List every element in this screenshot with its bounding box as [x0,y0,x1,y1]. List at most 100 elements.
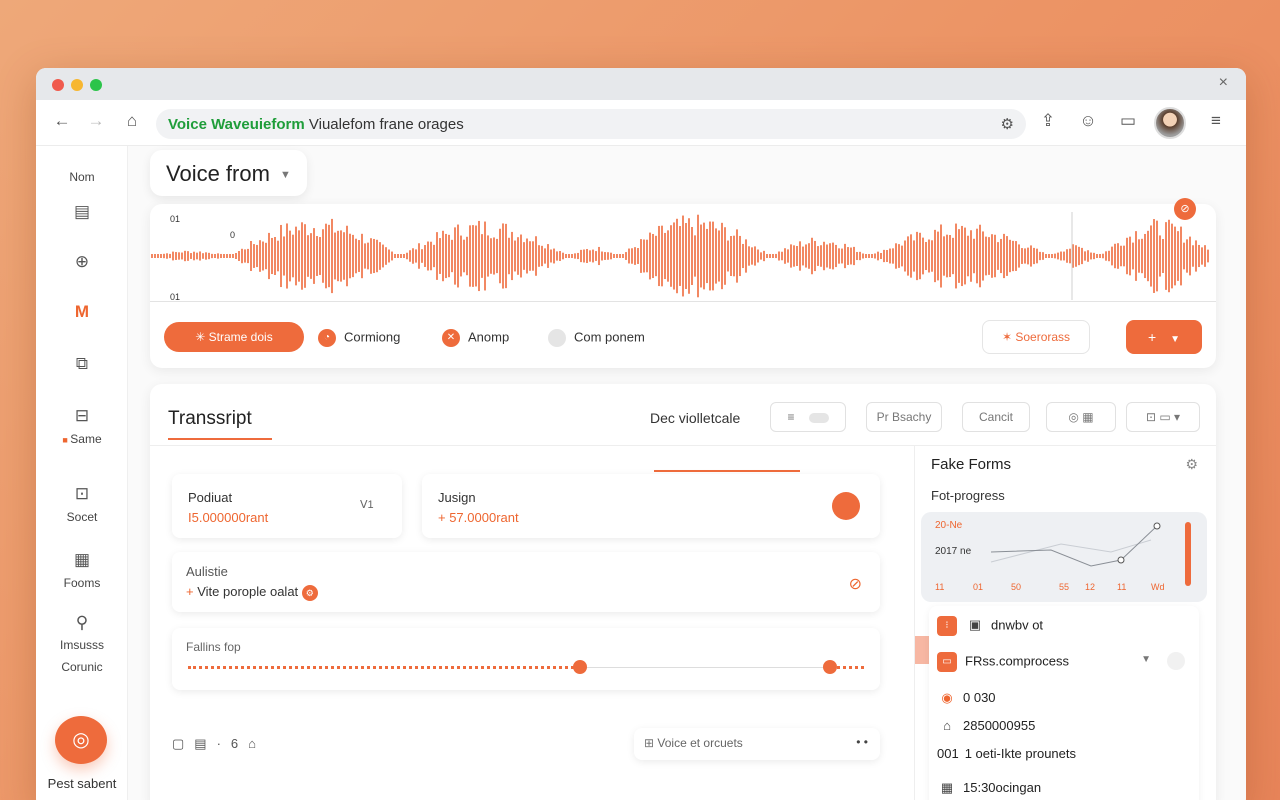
transcript-header: Transsript Dec violletcale ≡ Pr Bsachy C… [150,384,1216,446]
lock-icon: ⊕ [74,252,90,271]
page-title-dropdown[interactable]: Voice from ▼ [150,150,307,196]
sidebar-item-documents[interactable]: ▤ [36,202,128,228]
main-content: Voice from ▼ 01 0 01 ⊘ ✳ Strame dois ◔ Cor… [128,146,1246,800]
slider-remaining [580,667,831,668]
option-anomp[interactable]: ✕ Anomp [442,329,509,347]
count-icon[interactable]: ·6 [217,736,249,751]
waveform-area[interactable]: 01 0 01 [150,204,1216,302]
toggle-switch[interactable] [808,412,829,423]
process-button-label: Soerorass [1015,330,1071,344]
more-icon[interactable]: • • [856,735,868,749]
control-row: ✳ Strame dois ◔ Cormiong ✕ Anomp Com ponem… [164,320,1202,354]
option-cormiong[interactable]: ◔ Cormiong [318,329,400,347]
sidebar-item-same[interactable]: ⊟ ■ Same [36,406,128,446]
process-button[interactable]: ✶ Soerorass [982,320,1090,354]
layout-icon: ⊡ ▭ ▾ [1145,410,1181,424]
menu-icon[interactable]: ≡ [1204,111,1228,131]
list-item-dropdown[interactable]: ▭ FRss.comprocess ▼ [937,652,1191,672]
record-fab-button[interactable]: ◎ [55,716,107,764]
option-label: Com ponem [574,329,645,345]
sidebar-item-mail[interactable]: M [36,302,128,328]
list-item-text: FRss.comprocess [965,653,1070,669]
stream-button[interactable]: ✳ Strame dois [164,322,304,352]
target-icon: ◉ [941,690,953,705]
avatar[interactable] [1154,107,1186,139]
edit-icon[interactable]: ⊘ [849,574,862,594]
cancel-button[interactable]: Cancit [962,402,1030,432]
list-item[interactable]: ⁝ ▣ dnwbv ot [937,616,1043,636]
sidebar-item-copy[interactable]: ⧉ [36,354,128,380]
list-item-text: 2850000955 [963,718,1036,733]
sidebar-item-lock[interactable]: ⊕ [36,252,128,278]
layout-dropdown[interactable]: ⊡ ▭ ▾ [1126,402,1200,432]
slider-card: Fallins fop [172,628,880,690]
option-com-ponem[interactable]: Com ponem [548,329,645,347]
dropdown-icon: ▭ [937,652,957,672]
availability-card[interactable]: Aulistie + Vite porople oalat ⚙ ⊘ [172,552,880,612]
close-window-button[interactable] [52,79,64,91]
slider-label: Fallins fop [186,640,241,654]
folder-icon[interactable]: ▭ [1116,111,1140,131]
status-indicator[interactable] [832,492,860,520]
list-item-text: 1 oeti-Ikte prounets [964,746,1076,761]
list-item[interactable]: ▦ 15:30ocingan [937,780,1041,796]
voice-search-chip[interactable]: ⊞ Voice et orcuets • • [634,728,880,760]
chart-tick: 11 [935,582,945,592]
copy-icon: ⧉ [75,354,89,373]
grid-icon: ⊞ [644,736,658,750]
checklist-icon: ⁝ [937,616,957,636]
extension-icon[interactable]: ⚙ [1001,115,1014,133]
filter-toggle[interactable]: ≡ [770,402,846,432]
close-icon[interactable]: × [1219,74,1228,92]
option-icon [548,329,566,347]
address-bar[interactable]: Voice Waveuieform Viualefom frane orages… [156,109,1026,139]
back-icon[interactable]: ← [50,111,74,131]
product-card[interactable]: Podiuat I5.000000rant ᐯ1 [172,474,402,538]
sidebar-item-socet[interactable]: ⊡ Socet [36,484,128,524]
product-badge: ᐯ1 [360,499,374,511]
maximize-window-button[interactable] [90,79,102,91]
share-icon[interactable]: ⇪ [1036,111,1060,131]
calendar-icon: ▦ [940,780,954,795]
home-icon[interactable]: ⌂ [120,111,144,131]
chevron-down-icon: ▼ [1170,334,1181,345]
clip-icon[interactable]: ⌂ [248,736,266,751]
panel-title: Fake Forms [931,456,1012,473]
slider-track[interactable] [188,660,864,674]
calendar-icon[interactable]: ▤ [194,736,216,751]
availability-text: Vite porople oalat [197,584,299,599]
record-badge-icon[interactable]: ⊘ [1174,198,1196,220]
minimize-window-button[interactable] [71,79,83,91]
forward-icon[interactable]: → [84,111,108,131]
chevron-down-icon: ▼ [279,169,291,182]
option-label: Cormiong [344,329,401,345]
sidebar-item-imsusss[interactable]: ⚲ Imsusss Corunic [36,612,128,678]
product-label: Podiuat [188,490,233,505]
list-item[interactable]: ◉ 0 030 [937,690,995,706]
slider-end-knob[interactable] [823,660,838,674]
sidebar-item-label: Fooms [63,576,101,590]
mini-chart-bar [1185,522,1191,586]
slider-knob[interactable] [573,660,588,674]
sync-icon[interactable]: ☺ [1076,111,1100,131]
product-value: I5.000000rant [188,510,269,525]
gear-icon[interactable]: ⚙ [1185,456,1198,473]
form-icon: ▦ [73,550,91,569]
transcript-selector[interactable]: Dec violletcale [650,410,740,426]
add-dropdown-button[interactable]: + ▼ [1126,320,1202,354]
transcript-card: Transsript Dec violletcale ≡ Pr Bsachy C… [150,384,1216,800]
sidebar-item-fooms[interactable]: ▦ Fooms [36,550,128,590]
panel-drag-handle[interactable] [915,636,929,664]
info-icon: ⚙ [301,585,318,601]
design-card[interactable]: Jusign + 57.0000rant [422,474,880,538]
option-icon: ✕ [442,329,460,347]
waveform-icon: ◎ [72,729,90,751]
view-toggle[interactable]: ◎ ▦ [1046,402,1116,432]
list-item[interactable]: 001 1 oeti-Ikte prounets [937,746,1076,761]
filter-icon: ≡ [787,410,795,424]
image-icon[interactable]: ▢ [172,736,194,751]
transcript-tab[interactable]: Transsript [168,408,252,430]
toolbar-button-1[interactable]: Pr Bsachy [866,402,942,432]
chart-tick: 12 [1085,582,1096,592]
list-item[interactable]: ⌂ 2850000955 [937,718,1035,733]
